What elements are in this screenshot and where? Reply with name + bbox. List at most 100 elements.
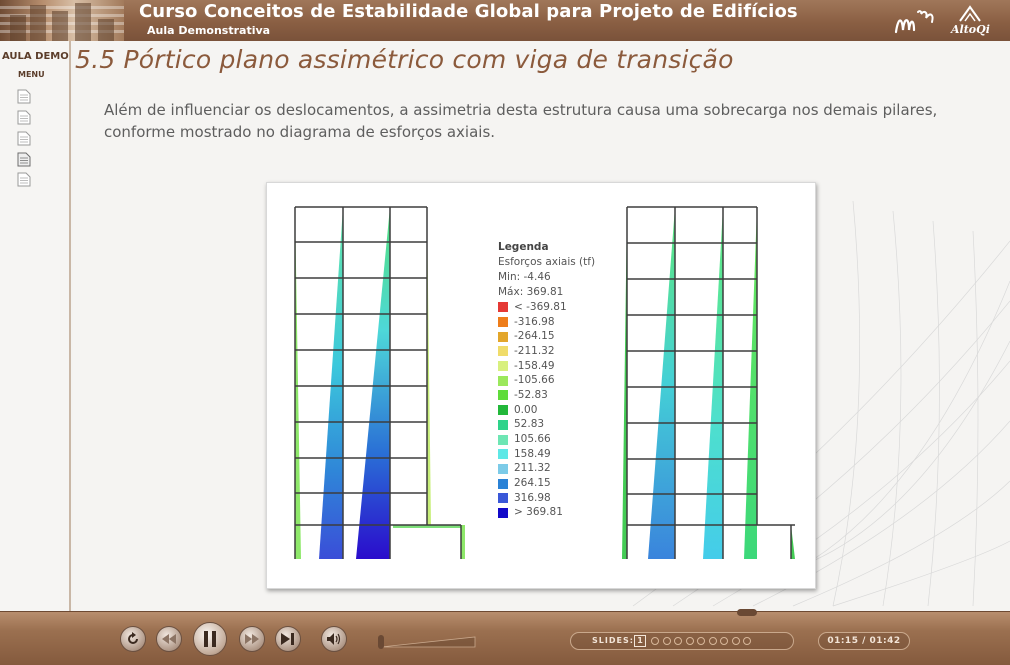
- legend-swatch: [498, 331, 508, 342]
- slide-dot[interactable]: [651, 637, 659, 645]
- legend-entry-label: 105.66: [514, 433, 551, 446]
- legend-entry-label: 316.98: [514, 491, 551, 504]
- legend-swatch: [498, 346, 508, 357]
- menu-item-5[interactable]: [17, 172, 31, 187]
- pause-icon: [204, 631, 216, 647]
- course-subtitle: Aula Demonstrativa: [147, 24, 271, 37]
- legend-entry: 264.15: [498, 476, 595, 491]
- legend-entries: < -369.81 -316.98 -264.15 -211.32 -158.49 -10…: [498, 300, 595, 520]
- skip-next-icon: [281, 633, 294, 645]
- legend-swatch: [498, 361, 508, 372]
- slide-dot[interactable]: [731, 637, 740, 645]
- rewind-icon: [162, 634, 176, 644]
- legend-entry: -316.98: [498, 315, 595, 330]
- slide-dot[interactable]: [697, 637, 705, 645]
- legend-entry: 52.83: [498, 418, 595, 433]
- legend-swatch: [498, 434, 508, 445]
- legend-entry-label: 52.83: [514, 418, 545, 431]
- volume-button[interactable]: [321, 626, 347, 652]
- altoqi-logo-text: AltoQi: [951, 23, 990, 36]
- legend-swatch: [498, 449, 508, 460]
- page-icon: [17, 172, 31, 187]
- course-title: Curso Conceitos de Estabilidade Global p…: [139, 1, 798, 22]
- legend-entry-label: 158.49: [514, 447, 551, 460]
- current-slide-indicator[interactable]: 1: [634, 635, 646, 647]
- legend-swatch: [498, 419, 508, 430]
- legend-entry-label: -105.66: [514, 374, 555, 387]
- menu-item-1[interactable]: [17, 89, 31, 104]
- legend-entry-label: < -369.81: [514, 300, 567, 313]
- legend-swatch: [498, 463, 508, 474]
- legend-swatch: [498, 478, 508, 489]
- slides-label: SLIDES:: [592, 636, 634, 645]
- legend-entry-label: -158.49: [514, 359, 555, 372]
- legend-title: Legenda: [498, 241, 549, 253]
- legend-swatch: [498, 493, 508, 504]
- next-slide-button[interactable]: [275, 626, 301, 652]
- replay-button[interactable]: [120, 626, 146, 652]
- slide-content: 5.5 Pórtico plano assimétrico com viga d…: [73, 41, 1010, 611]
- legend-swatch: [498, 390, 508, 401]
- legend-min: Min: -4.46: [498, 271, 551, 283]
- fast-forward-button[interactable]: [239, 626, 265, 652]
- legend-swatch: [498, 507, 508, 518]
- page-icon: [17, 131, 31, 146]
- legend-swatch: [498, 375, 508, 386]
- slides-navigator: SLIDES: 1: [570, 632, 794, 650]
- sidebar: AULA DEMO MENU: [0, 41, 71, 611]
- slide-dot[interactable]: [720, 637, 728, 645]
- legend-swatch: [498, 317, 508, 328]
- player-control-bar: SLIDES: 1 01:15 / 01:42: [0, 609, 1010, 665]
- legend-entry-label: 211.32: [514, 462, 551, 475]
- legend-entry: -158.49: [498, 359, 595, 374]
- header-thumbnail-image: [0, 0, 124, 41]
- legend-entry-label: 264.15: [514, 477, 551, 490]
- legend-entry: > 369.81: [498, 506, 595, 521]
- replay-icon: [128, 632, 138, 644]
- slide-dot[interactable]: [674, 637, 682, 645]
- right-frame-axial-diagram: [622, 207, 795, 559]
- legend-entry: -105.66: [498, 373, 595, 388]
- time-display: 01:15 / 01:42: [818, 632, 910, 650]
- page-icon: [17, 152, 31, 167]
- progress-scrub-handle[interactable]: [737, 609, 757, 616]
- volume-slider[interactable]: [377, 633, 477, 651]
- menu-label: MENU: [18, 70, 45, 79]
- slide-dot[interactable]: [685, 637, 694, 645]
- legend-entry: 0.00: [498, 403, 595, 418]
- volume-slider-handle: [378, 635, 384, 649]
- legend-entry: 316.98: [498, 491, 595, 506]
- slide-dot[interactable]: [662, 637, 671, 645]
- legend-entry: -264.15: [498, 329, 595, 344]
- legend-entry: -52.83: [498, 388, 595, 403]
- legend-entry: 158.49: [498, 447, 595, 462]
- legend-entry-label: > 369.81: [514, 506, 563, 519]
- legend-max: Máx: 369.81: [498, 286, 564, 298]
- legend-entry-label: -211.32: [514, 344, 555, 357]
- fast-forward-icon: [245, 634, 259, 644]
- legend-entry: 105.66: [498, 432, 595, 447]
- slide-title: 5.5 Pórtico plano assimétrico com viga d…: [75, 45, 734, 74]
- legend-entry-label: -52.83: [514, 388, 548, 401]
- page-icon: [17, 110, 31, 125]
- legend-swatch: [498, 405, 508, 416]
- axial-force-diagram-figure: Legenda Esforços axiais (tf) Min: -4.46 …: [266, 182, 816, 589]
- left-frame-axial-diagram: [295, 207, 465, 559]
- legend-entry-label: 0.00: [514, 403, 538, 416]
- menu-item-2[interactable]: [17, 110, 31, 125]
- slide-dot[interactable]: [708, 637, 717, 645]
- legend-entry-label: -264.15: [514, 330, 555, 343]
- legend-entry: < -369.81: [498, 300, 595, 315]
- slide-dot[interactable]: [743, 637, 751, 645]
- page-icon: [17, 89, 31, 104]
- legend-subtitle: Esforços axiais (tf): [498, 256, 596, 268]
- menu-item-3[interactable]: [17, 131, 31, 146]
- rewind-button[interactable]: [156, 626, 182, 652]
- legend: Legenda Esforços axiais (tf) Min: -4.46 …: [498, 240, 595, 520]
- slide-body-text: Além de influenciar os deslocamentos, a …: [104, 101, 938, 141]
- menu-item-4-active[interactable]: [17, 152, 31, 167]
- legend-swatch: [498, 302, 508, 313]
- pause-button[interactable]: [193, 622, 227, 656]
- header-bar: Curso Conceitos de Estabilidade Global p…: [0, 0, 1010, 41]
- legend-entry: 211.32: [498, 462, 595, 477]
